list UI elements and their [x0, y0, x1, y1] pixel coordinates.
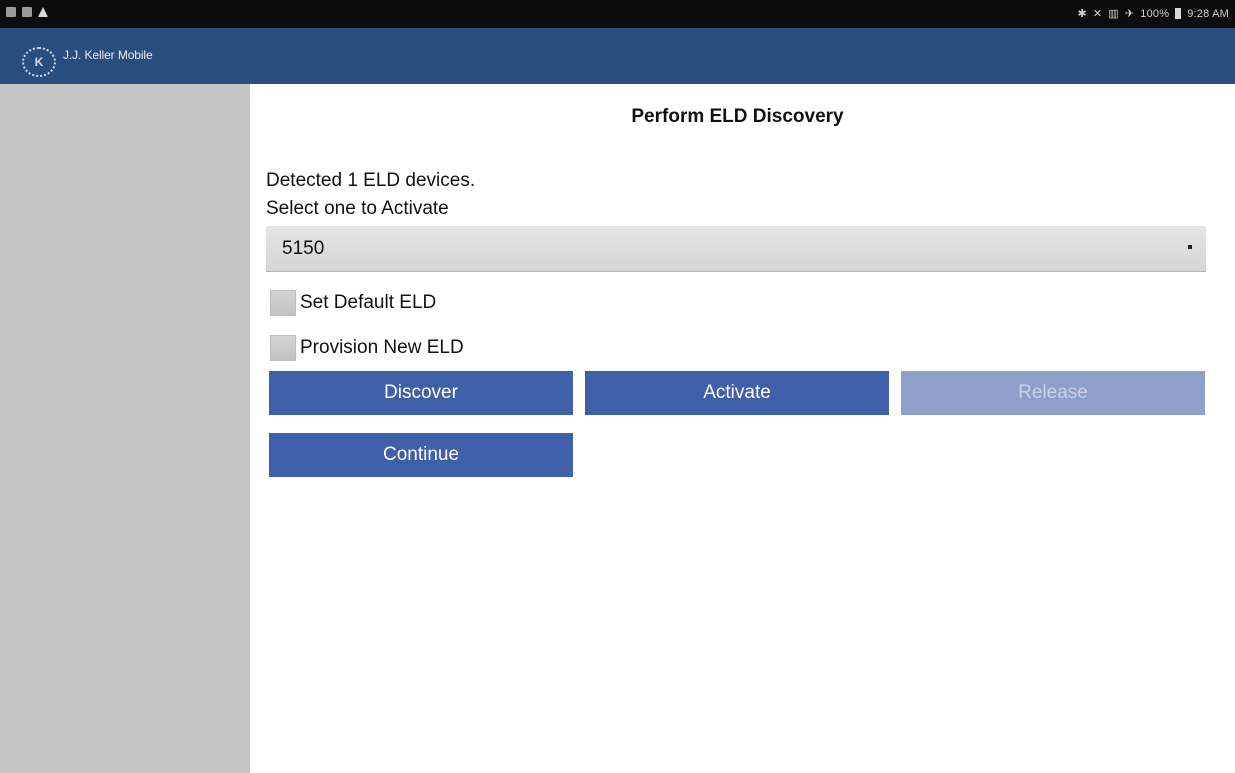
activate-button[interactable]: Activate [585, 371, 889, 415]
provision-new-eld-label: Provision New ELD [300, 337, 464, 358]
dropdown-arrow-icon [1188, 245, 1192, 249]
device-select[interactable]: 5150 [266, 226, 1206, 272]
provision-new-eld-row[interactable]: Provision New ELD [270, 335, 464, 361]
set-default-eld-checkbox[interactable] [270, 290, 296, 316]
set-default-eld-label: Set Default ELD [300, 292, 437, 313]
mute-icon: ✕ [1092, 8, 1103, 20]
main-content: Perform ELD Discovery Detected 1 ELD dev… [250, 84, 1235, 773]
status-right-icons: ✱ ✕ ▥ ✈ 100% 9:28 AM [1077, 7, 1229, 21]
app-title: J.J. Keller Mobile [63, 48, 153, 62]
jj-keller-logo-icon[interactable]: K [22, 47, 56, 77]
discover-button[interactable]: Discover [269, 371, 573, 415]
page-title: Perform ELD Discovery [631, 106, 844, 127]
alert-icon [38, 7, 48, 17]
battery-percent: 100% [1140, 7, 1170, 20]
battery-icon [1175, 8, 1182, 19]
provision-new-eld-checkbox[interactable] [270, 335, 296, 361]
set-default-eld-row[interactable]: Set Default ELD [270, 290, 436, 316]
airplane-icon: ✈ [1124, 8, 1135, 20]
sim-icon [22, 7, 32, 17]
status-time: 9:28 AM [1187, 7, 1229, 20]
bluetooth-icon: ✱ [1077, 8, 1087, 20]
app-bar: K J.J. Keller Mobile [0, 28, 1235, 84]
detected-devices-text: Detected 1 ELD devices. [266, 170, 476, 191]
sidebar [0, 84, 250, 773]
continue-button[interactable]: Continue [269, 433, 573, 477]
gallery-icon [6, 7, 16, 17]
status-bar: ✱ ✕ ▥ ✈ 100% 9:28 AM [0, 0, 1235, 28]
select-prompt: Select one to Activate [266, 198, 449, 219]
release-button[interactable]: Release [901, 371, 1205, 415]
device-select-value: 5150 [282, 238, 325, 259]
status-left-icons [6, 7, 48, 17]
signal-icon: ▥ [1108, 8, 1119, 20]
